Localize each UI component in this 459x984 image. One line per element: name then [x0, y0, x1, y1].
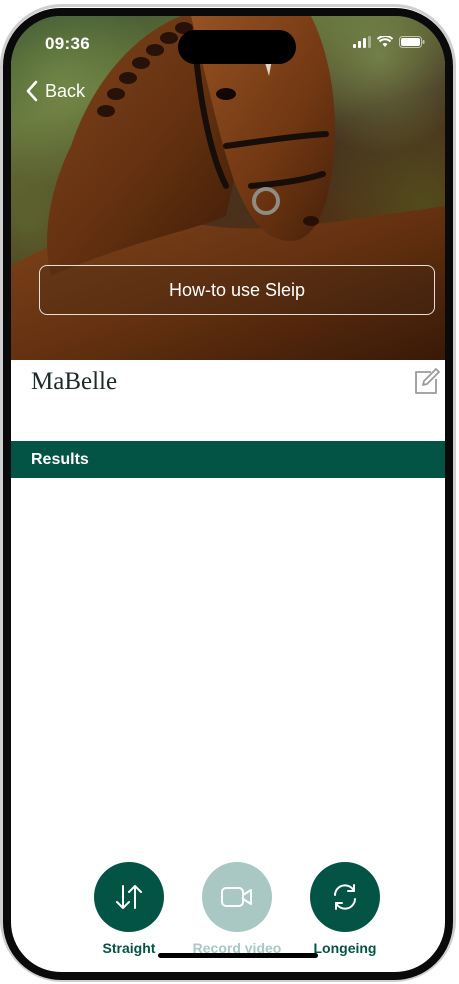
status-bar: 09:36: [11, 16, 445, 70]
screen: 09:36 Back How-to use Sleip MaBelle Resu…: [11, 16, 445, 972]
results-header: Results: [11, 441, 445, 478]
longeing-circle: [310, 862, 380, 932]
video-camera-icon: [221, 887, 252, 907]
signal-icon: [353, 36, 371, 48]
howto-button[interactable]: How-to use Sleip: [39, 265, 435, 315]
record-video-circle: [202, 862, 272, 932]
wifi-icon: [377, 36, 393, 47]
home-indicator[interactable]: [158, 953, 318, 958]
refresh-icon: [334, 884, 356, 910]
battery-icon: [399, 36, 425, 48]
results-title: Results: [31, 450, 89, 468]
edit-icon: [415, 368, 440, 394]
straight-label: Straight: [102, 940, 156, 956]
longeing-button[interactable]: Longeing: [290, 862, 400, 956]
status-icons: [353, 36, 425, 48]
record-video-button[interactable]: Record video: [182, 862, 292, 956]
straight-circle: [94, 862, 164, 932]
dynamic-island: [178, 30, 296, 64]
phone-frame: 09:36 Back How-to use Sleip MaBelle Resu…: [0, 0, 459, 984]
straight-button[interactable]: Straight: [74, 862, 184, 956]
swap-vertical-icon: [116, 885, 142, 909]
longeing-label: Longeing: [313, 940, 377, 956]
back-button[interactable]: Back: [25, 80, 85, 102]
horse-name: MaBelle: [31, 368, 118, 395]
status-time: 09:36: [45, 34, 90, 53]
howto-label: How-to use Sleip: [168, 279, 306, 300]
back-label: Back: [45, 80, 86, 101]
edit-button[interactable]: [412, 368, 440, 396]
chevron-left-icon: [26, 80, 38, 102]
